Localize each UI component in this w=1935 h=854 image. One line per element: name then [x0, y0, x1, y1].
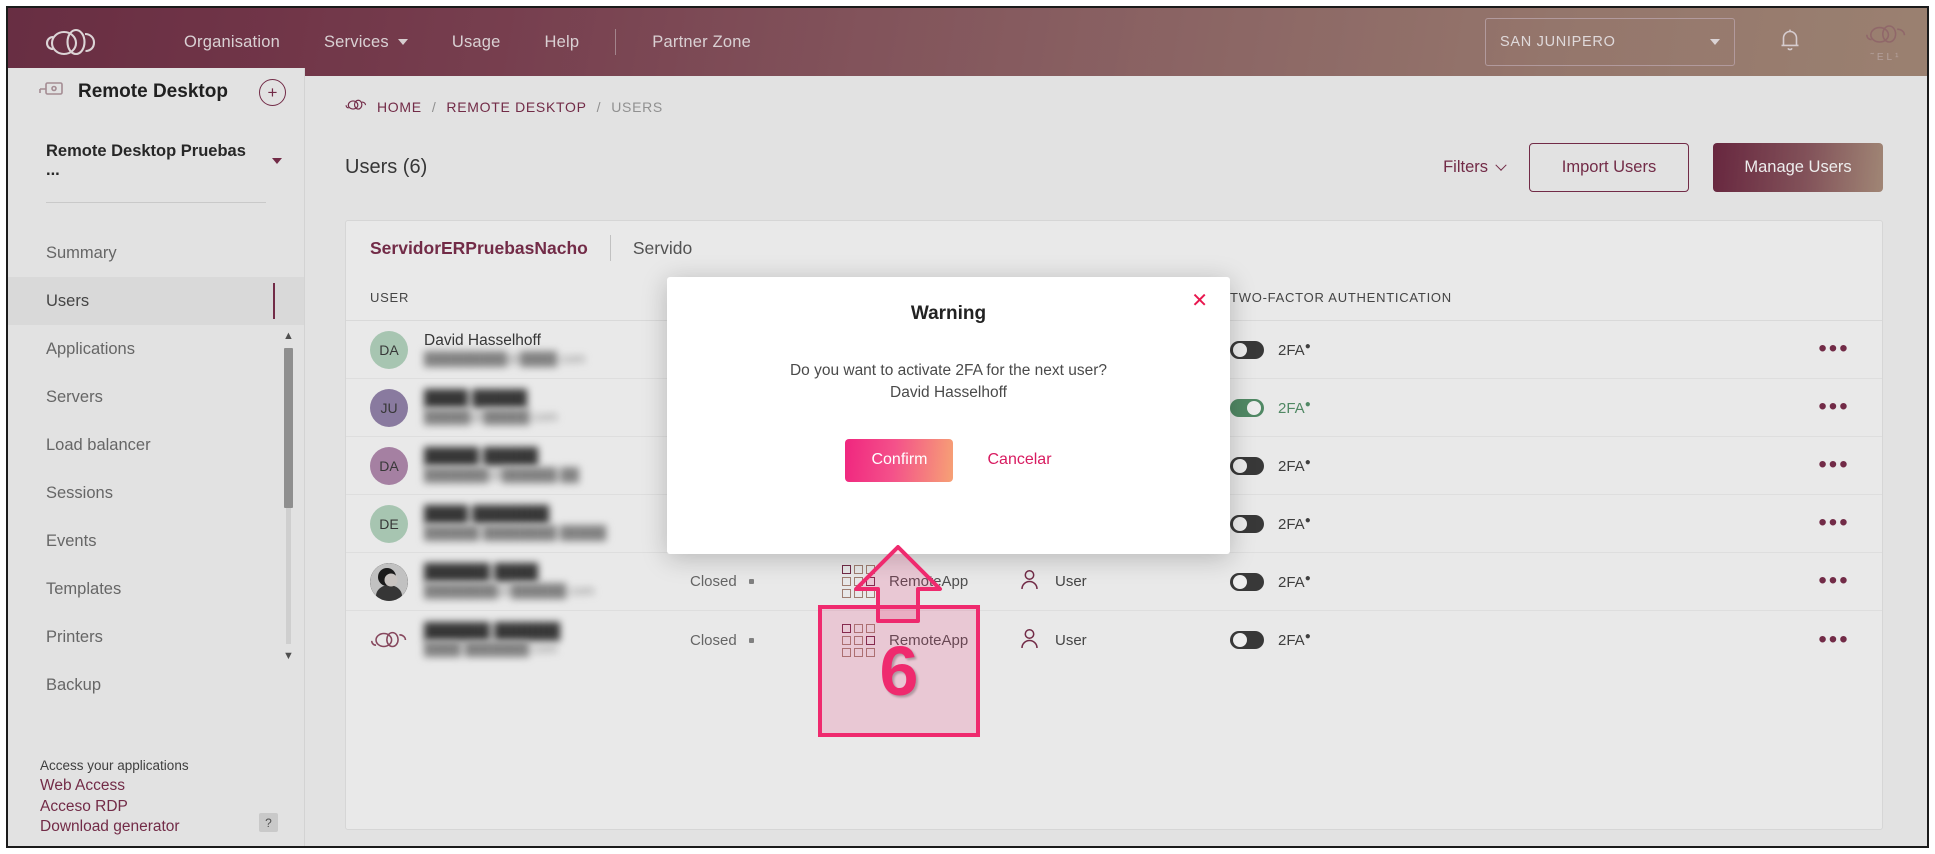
modal-message-line2: David Hasselhoff	[890, 384, 1007, 402]
modal-actions: Confirm Cancelar	[667, 405, 1230, 482]
confirm-button[interactable]: Confirm	[845, 438, 954, 482]
close-icon[interactable]: ✕	[1191, 291, 1208, 311]
app-window: Organisation Services Usage Help Partner…	[0, 0, 1935, 854]
modal-overlay: ✕ Warning Do you want to activate 2FA fo…	[0, 0, 1935, 854]
warning-modal: ✕ Warning Do you want to activate 2FA fo…	[667, 277, 1230, 554]
modal-message-line1: Do you want to activate 2FA for the next…	[789, 362, 1108, 379]
modal-message: Do you want to activate 2FA for the next…	[667, 325, 1230, 405]
cancel-button[interactable]: Cancelar	[987, 451, 1051, 469]
modal-title: Warning	[910, 303, 987, 324]
